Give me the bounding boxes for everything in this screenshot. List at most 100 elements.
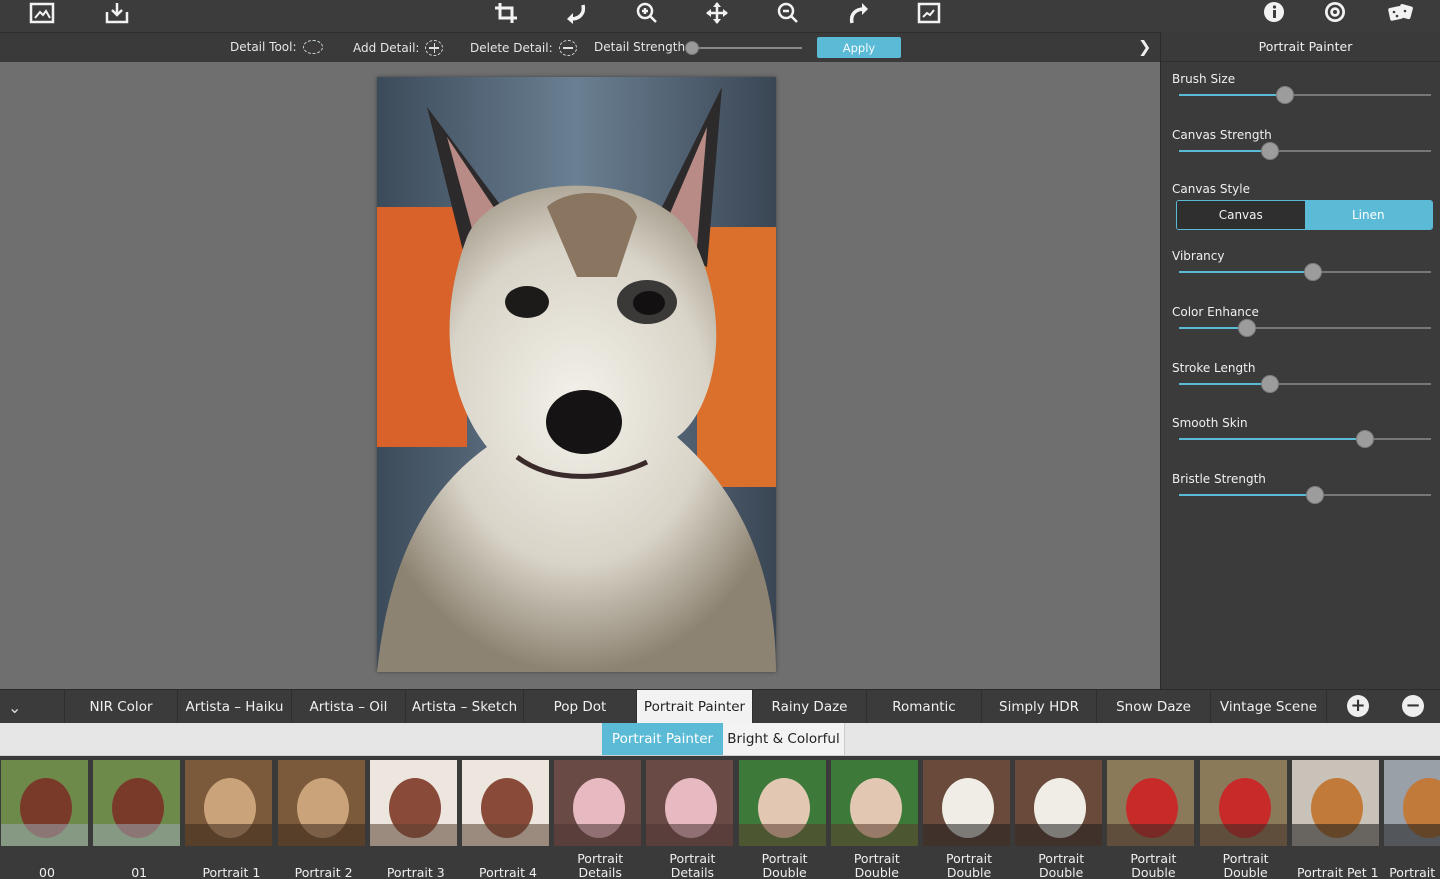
- add-category-icon[interactable]: +: [1347, 695, 1369, 717]
- category-tab-pop-dot[interactable]: Pop Dot: [524, 690, 637, 724]
- slider-track[interactable]: [1179, 142, 1431, 160]
- slider-track[interactable]: [1179, 375, 1431, 393]
- preset-preview-image[interactable]: [462, 760, 549, 846]
- slider-knob[interactable]: [1356, 430, 1375, 448]
- preset-thumbnail[interactable]: Portrait 2: [277, 760, 366, 879]
- preset-preview-image[interactable]: [1015, 760, 1103, 846]
- detail-tool-control[interactable]: Detail Tool:: [230, 40, 323, 54]
- add-detail-control[interactable]: Add Detail:: [353, 40, 444, 56]
- preset-thumbnail[interactable]: Portrait Double: [1199, 760, 1288, 879]
- preset-thumbnail[interactable]: Portrait 3: [369, 760, 458, 879]
- slider-track[interactable]: [1179, 430, 1431, 448]
- move-icon[interactable]: [700, 0, 734, 26]
- category-tab-artista-haiku[interactable]: Artista – Haiku: [178, 690, 292, 724]
- detail-strength-track[interactable]: [692, 47, 802, 49]
- smooth-skin-slider[interactable]: Smooth Skin: [1172, 416, 1432, 448]
- preset-preview-image[interactable]: [830, 760, 918, 846]
- preset-preview-image[interactable]: [1384, 760, 1440, 846]
- preset-label-line1: Portrait: [1038, 851, 1085, 866]
- preset-preview-image[interactable]: [93, 760, 181, 846]
- canvas-strength-slider[interactable]: Canvas Strength: [1172, 128, 1432, 160]
- category-tab-artista-sketch[interactable]: Artista – Sketch: [406, 690, 524, 724]
- remove-category-icon[interactable]: −: [1402, 695, 1424, 717]
- preset-preview-image[interactable]: [646, 760, 734, 846]
- category-tab-nir-color[interactable]: NIR Color: [64, 690, 178, 724]
- settings-icon[interactable]: [1318, 0, 1352, 26]
- preset-label-line2: Double: [762, 865, 807, 879]
- preset-label: Portrait Details: [554, 852, 646, 879]
- category-tab-simply-hdr[interactable]: Simply HDR: [982, 690, 1097, 724]
- lasso-icon[interactable]: [302, 40, 323, 54]
- canvas-style-toggle[interactable]: Canvas Linen: [1176, 200, 1433, 230]
- redo-icon[interactable]: [842, 0, 876, 26]
- preset-thumbnail[interactable]: Portrait Pet 1: [1291, 760, 1380, 879]
- preset-thumbnail[interactable]: Portrait Double: [1107, 760, 1195, 879]
- preset-preview-image[interactable]: [1199, 760, 1287, 846]
- chevron-down-icon[interactable]: ⌄: [8, 698, 21, 717]
- preset-thumbnail[interactable]: Portrait Pet 2: [1384, 760, 1440, 879]
- category-tab-artista-oil[interactable]: Artista – Oil: [292, 690, 406, 724]
- preset-thumbnail[interactable]: Portrait Double: [923, 760, 1011, 879]
- canvas-style-option-linen[interactable]: Linen: [1304, 201, 1432, 229]
- preset-thumbnail[interactable]: Portrait Details: [646, 760, 734, 879]
- delete-detail-icon[interactable]: [558, 40, 577, 56]
- preset-preview-image[interactable]: [1107, 760, 1195, 846]
- slider-knob[interactable]: [1260, 142, 1279, 160]
- preset-preview-image[interactable]: [738, 760, 826, 846]
- apply-button[interactable]: Apply: [817, 37, 901, 58]
- preset-thumbnail[interactable]: 01: [93, 760, 181, 879]
- random-dice-icon[interactable]: [1384, 0, 1418, 26]
- chevron-right-icon[interactable]: ❯: [1138, 37, 1151, 56]
- slider-knob[interactable]: [1275, 86, 1294, 104]
- category-tab-rainy-daze[interactable]: Rainy Daze: [753, 690, 867, 724]
- download-icon[interactable]: [100, 0, 134, 26]
- category-tab-romantic[interactable]: Romantic: [867, 690, 982, 724]
- subcategory-tab-portrait-painter[interactable]: Portrait Painter: [602, 723, 723, 755]
- slider-track[interactable]: [1179, 263, 1431, 281]
- slider-knob[interactable]: [1303, 263, 1322, 281]
- fit-screen-icon[interactable]: [912, 0, 946, 26]
- zoom-out-icon[interactable]: [771, 0, 805, 26]
- preview-photo[interactable]: [377, 77, 776, 672]
- delete-detail-control[interactable]: Delete Detail:: [470, 40, 577, 56]
- slider-knob[interactable]: [1306, 486, 1325, 504]
- add-detail-icon[interactable]: [425, 40, 444, 56]
- slider-track[interactable]: [1179, 486, 1431, 504]
- brush-size-slider[interactable]: Brush Size: [1172, 72, 1432, 104]
- slider-knob[interactable]: [1238, 319, 1257, 337]
- preset-preview-image[interactable]: [185, 760, 273, 846]
- preset-preview-image[interactable]: [554, 760, 642, 846]
- canvas-area[interactable]: [0, 62, 1160, 689]
- detail-strength-knob[interactable]: [685, 41, 699, 55]
- preset-thumbnail[interactable]: Portrait 1: [185, 760, 273, 879]
- undo-icon[interactable]: [559, 0, 593, 26]
- preset-preview-image[interactable]: [277, 760, 365, 846]
- slider-track[interactable]: [1179, 319, 1431, 337]
- preset-thumbnail[interactable]: 00: [1, 760, 89, 879]
- canvas-style-option-canvas[interactable]: Canvas: [1177, 201, 1305, 229]
- preset-preview-image[interactable]: [923, 760, 1010, 846]
- crop-icon[interactable]: [489, 0, 523, 26]
- preset-thumbnail[interactable]: Portrait Double: [738, 760, 827, 879]
- bristle-strength-slider[interactable]: Bristle Strength: [1172, 472, 1432, 504]
- category-tab-vintage-scene[interactable]: Vintage Scene: [1211, 690, 1327, 724]
- preset-thumbnail[interactable]: Portrait Double: [830, 760, 919, 879]
- preset-preview-image[interactable]: [1, 760, 88, 846]
- preset-preview-image[interactable]: [369, 760, 457, 846]
- preset-thumbnail[interactable]: Portrait 4: [462, 760, 550, 879]
- slider-fill: [1179, 438, 1366, 440]
- preset-thumbnail[interactable]: Portrait Details: [554, 760, 642, 879]
- zoom-in-icon[interactable]: [630, 0, 664, 26]
- color-enhance-slider[interactable]: Color Enhance: [1172, 305, 1432, 337]
- vibrancy-slider[interactable]: Vibrancy: [1172, 249, 1432, 281]
- slider-track[interactable]: [1179, 86, 1431, 104]
- category-tab-portrait-painter[interactable]: Portrait Painter: [637, 690, 753, 724]
- preset-preview-image[interactable]: [1291, 760, 1379, 846]
- image-icon[interactable]: [25, 0, 59, 26]
- slider-knob[interactable]: [1260, 375, 1279, 393]
- stroke-length-slider[interactable]: Stroke Length: [1172, 361, 1432, 393]
- info-icon[interactable]: [1257, 0, 1291, 26]
- subcategory-tab-bright-colorful[interactable]: Bright & Colorful: [723, 723, 845, 755]
- preset-thumbnail[interactable]: Portrait Double: [1015, 760, 1103, 879]
- category-tab-snow-daze[interactable]: Snow Daze: [1097, 690, 1211, 724]
